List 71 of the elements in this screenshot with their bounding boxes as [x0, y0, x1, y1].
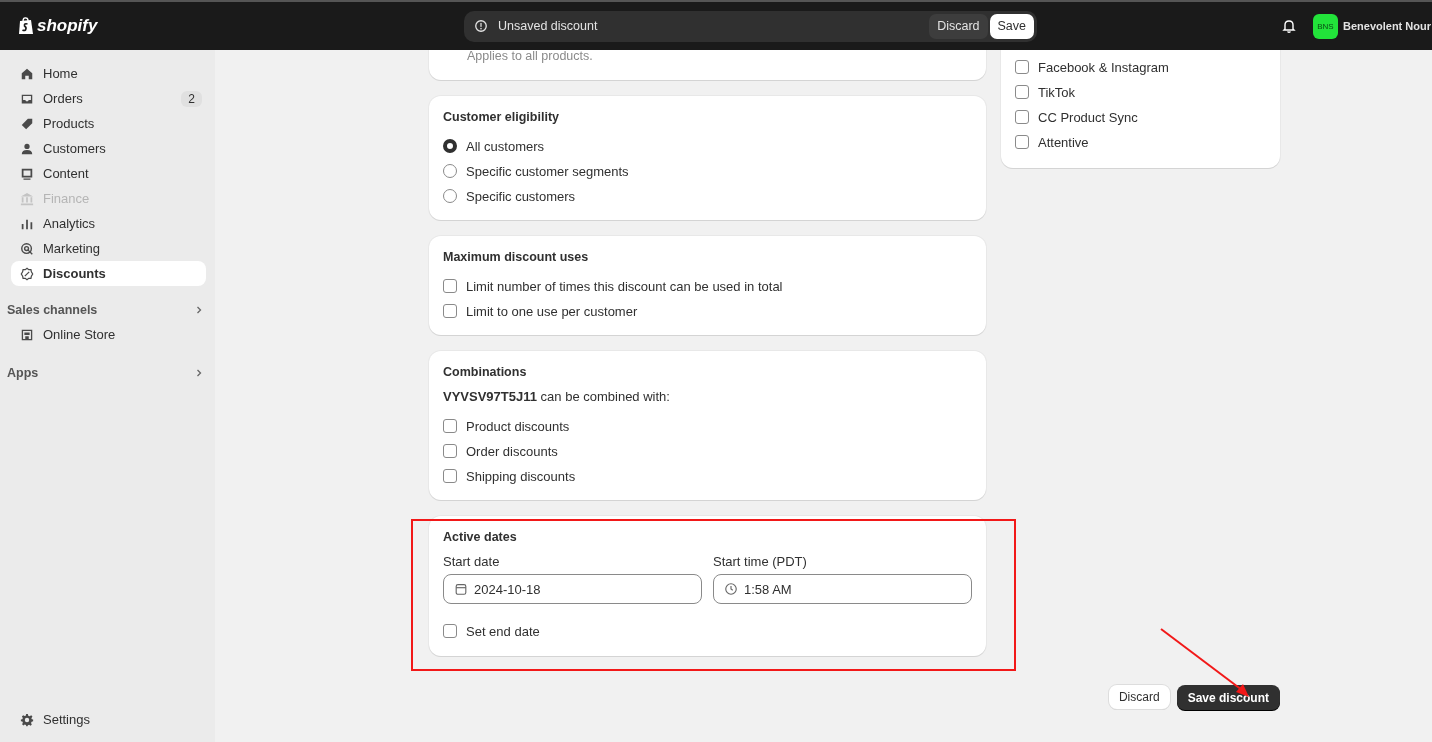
- chevron-icon: [194, 368, 204, 378]
- checkbox[interactable]: [443, 469, 457, 483]
- checkbox[interactable]: [443, 419, 457, 433]
- radio-button[interactable]: [443, 139, 457, 153]
- alert-icon: [474, 19, 488, 33]
- bank-icon: [20, 191, 34, 206]
- chevron-icon: [194, 305, 204, 315]
- shopify-logo[interactable]: shopify: [18, 16, 464, 36]
- settings-item[interactable]: Settings: [11, 707, 206, 732]
- unsaved-message: Unsaved discount: [498, 19, 598, 33]
- option-label: Set end date: [466, 623, 540, 639]
- option-label: TikTok: [1038, 84, 1076, 100]
- home-icon: [20, 66, 34, 81]
- option-label: Specific customers: [466, 188, 576, 204]
- count-badge: 2: [181, 90, 202, 107]
- person-icon: [20, 141, 34, 156]
- save-button[interactable]: Save: [989, 13, 1034, 39]
- option-label: Shipping discounts: [466, 468, 576, 484]
- card-title: Maximum discount uses: [443, 250, 590, 264]
- checkbox[interactable]: [443, 304, 457, 318]
- summary-text: Applies to all products.: [466, 50, 594, 65]
- card-title: Combinations: [443, 365, 528, 379]
- clock-icon: [724, 582, 738, 596]
- nav-item[interactable]: Analytics: [11, 211, 206, 236]
- section-header[interactable]: Apps: [7, 361, 206, 385]
- time-field[interactable]: 1:58 AM: [713, 574, 972, 604]
- option-label: All customers: [466, 138, 545, 154]
- combination-text: VYVSV97T5J11 can be combined with:: [443, 389, 671, 404]
- field-label: Start date: [443, 554, 501, 569]
- tag-icon: [20, 116, 34, 131]
- checkbox[interactable]: [443, 279, 457, 293]
- nav-item[interactable]: Customers: [11, 136, 206, 161]
- option-label: Attentive: [1038, 134, 1089, 150]
- date-field[interactable]: 2024-10-18: [443, 574, 702, 604]
- card-title: Customer eligibility: [443, 110, 560, 124]
- option-label: CC Product Sync: [1038, 109, 1138, 125]
- card-title: Active dates: [443, 530, 518, 544]
- store-name[interactable]: Benevolent Nour: [1343, 20, 1432, 32]
- nav-item[interactable]: Online Store: [11, 322, 206, 347]
- image-icon: [20, 166, 34, 181]
- target-icon: [20, 241, 34, 256]
- option-label: Limit number of times this discount can be used in total: [466, 278, 783, 294]
- nav-item[interactable]: Home: [11, 61, 206, 86]
- discard-button[interactable]: Discard: [929, 13, 988, 39]
- checkbox[interactable]: [443, 444, 457, 458]
- nav-item[interactable]: Products: [11, 111, 206, 136]
- settings-icon: [20, 712, 34, 727]
- calendar-icon: [454, 582, 468, 596]
- checkbox[interactable]: [1015, 110, 1029, 124]
- option-label: Order discounts: [466, 443, 558, 459]
- nav-item[interactable]: Orders 2: [11, 86, 206, 111]
- checkbox[interactable]: [1015, 135, 1029, 149]
- option-label: Specific customer segments: [466, 163, 629, 179]
- option-label: Limit to one use per customer: [466, 303, 638, 319]
- checkbox[interactable]: [1015, 85, 1029, 99]
- store-avatar[interactable]: BNS: [1313, 13, 1338, 39]
- bag-icon: [18, 17, 34, 35]
- bell-icon[interactable]: [1281, 18, 1297, 34]
- discard-button[interactable]: Discard: [1108, 685, 1170, 709]
- field-label: Start time (PDT): [713, 554, 808, 569]
- nav-item[interactable]: Marketing: [11, 236, 206, 261]
- store-icon: [20, 327, 34, 342]
- checkbox[interactable]: [443, 624, 457, 638]
- option-label: Facebook & Instagram: [1038, 59, 1169, 75]
- save-discount-button[interactable]: Save discount: [1176, 685, 1280, 710]
- checkbox[interactable]: [1015, 60, 1029, 74]
- nav-item[interactable]: Content: [11, 161, 206, 186]
- option-label: Product discounts: [466, 418, 570, 434]
- discount-icon: [20, 266, 34, 281]
- nav-item[interactable]: Discounts: [11, 261, 206, 286]
- section-header[interactable]: Sales channels: [7, 298, 206, 322]
